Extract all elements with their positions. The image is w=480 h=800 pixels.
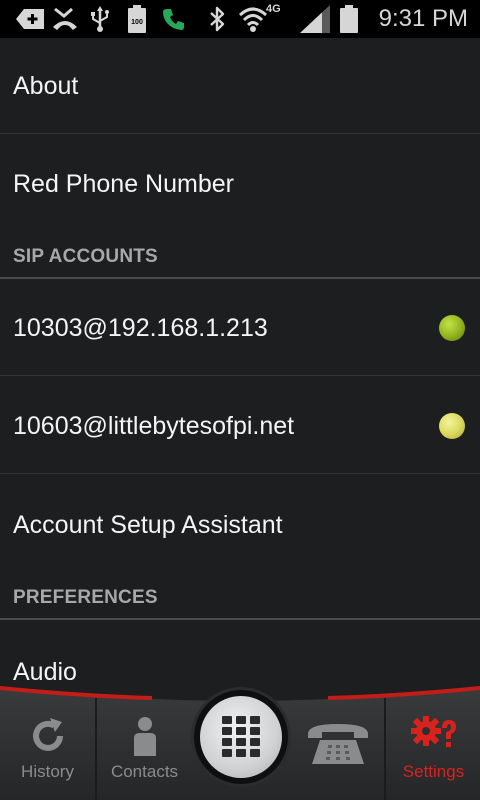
about-label: About bbox=[13, 72, 79, 100]
tab-contacts[interactable]: Contacts bbox=[97, 698, 192, 800]
missed-call-icon bbox=[52, 0, 78, 38]
bluetooth-icon bbox=[208, 0, 226, 38]
wifi-icon bbox=[238, 0, 268, 38]
sip-account-item-1[interactable]: 10303@192.168.1.213 bbox=[0, 280, 480, 376]
tab-settings[interactable]: Settings bbox=[387, 698, 480, 800]
clock: 9:31 PM bbox=[378, 5, 468, 32]
sip-accounts-header-label: SIP ACCOUNTS bbox=[13, 246, 158, 267]
settings-help-icon bbox=[410, 714, 458, 759]
sip-account-address: 10603@littlebytesofpi.net bbox=[13, 412, 295, 440]
battery-small-label: 100 bbox=[131, 19, 143, 26]
battery-icon bbox=[340, 0, 358, 38]
tab-history[interactable]: History bbox=[0, 698, 95, 800]
call-icon bbox=[162, 0, 186, 38]
red-phone-number-item[interactable]: Red Phone Number bbox=[0, 135, 480, 233]
tab-phone[interactable] bbox=[292, 698, 384, 800]
tab-contacts-label: Contacts bbox=[110, 762, 179, 781]
sip-account-item-2[interactable]: 10603@littlebytesofpi.net bbox=[0, 378, 480, 474]
account-setup-assistant-label: Account Setup Assistant bbox=[13, 511, 283, 539]
sip-accounts-header: SIP ACCOUNTS bbox=[0, 237, 480, 279]
preferences-header-label: PREFERENCES bbox=[13, 587, 158, 608]
app-root: 100 4G 9:31 PM About Red Phone Number SI… bbox=[0, 0, 480, 800]
dialpad-icon bbox=[222, 716, 260, 757]
telephone-icon bbox=[306, 720, 370, 771]
account-setup-assistant-item[interactable]: Account Setup Assistant bbox=[0, 475, 480, 575]
add-notification-icon bbox=[16, 0, 44, 38]
bottom-navigation: History Contacts Settings bbox=[0, 686, 480, 800]
tab-history-label: History bbox=[21, 762, 74, 781]
battery-saver-icon: 100 bbox=[128, 0, 146, 38]
usb-icon bbox=[90, 0, 110, 38]
tab-settings-label: Settings bbox=[402, 762, 465, 781]
red-phone-number-label: Red Phone Number bbox=[13, 170, 234, 198]
network-type-label: 4G bbox=[266, 3, 281, 15]
refresh-icon bbox=[28, 716, 68, 761]
sip-account-address: 10303@192.168.1.213 bbox=[13, 314, 268, 342]
account-status-indicator bbox=[439, 413, 465, 439]
dialpad-button-face bbox=[200, 696, 282, 778]
person-icon bbox=[130, 716, 160, 761]
account-status-indicator bbox=[439, 315, 465, 341]
about-item[interactable]: About bbox=[0, 38, 480, 134]
preferences-header: PREFERENCES bbox=[0, 578, 480, 620]
signal-icon bbox=[300, 0, 330, 38]
dialpad-button[interactable] bbox=[194, 690, 288, 784]
status-bar: 100 4G 9:31 PM bbox=[0, 0, 480, 38]
